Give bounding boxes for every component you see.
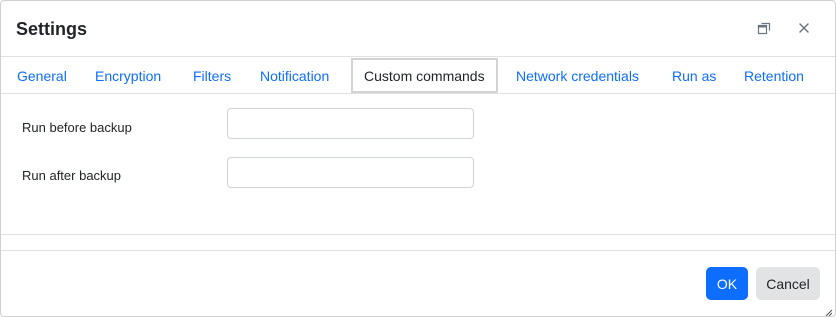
- footer-divider: [1, 250, 835, 251]
- ok-button[interactable]: OK: [706, 267, 748, 300]
- window-restore-icon[interactable]: [754, 18, 774, 38]
- dialog-header: Settings: [1, 1, 835, 57]
- resize-grip-icon[interactable]: [823, 304, 833, 316]
- settings-dialog: Settings General Encryption Filters Noti…: [0, 0, 836, 317]
- tab-retention[interactable]: Retention: [744, 57, 804, 93]
- tab-encryption[interactable]: Encryption: [95, 57, 161, 93]
- tab-network-credentials[interactable]: Network credentials: [516, 57, 639, 93]
- tab-custom-commands[interactable]: Custom commands: [351, 58, 498, 93]
- tab-filters[interactable]: Filters: [193, 57, 231, 93]
- close-icon[interactable]: [794, 18, 814, 38]
- run-before-backup-label: Run before backup: [22, 120, 132, 135]
- tab-general[interactable]: General: [17, 57, 67, 93]
- settings-tabs: General Encryption Filters Notification …: [1, 57, 835, 94]
- run-after-backup-input[interactable]: [227, 157, 474, 188]
- dialog-title: Settings: [16, 19, 88, 39]
- run-before-backup-input[interactable]: [227, 108, 474, 139]
- tab-run-as[interactable]: Run as: [672, 57, 716, 93]
- tab-notification[interactable]: Notification: [260, 57, 329, 93]
- cancel-button[interactable]: Cancel: [756, 267, 820, 300]
- custom-commands-panel: Run before backup Run after backup: [1, 94, 835, 235]
- run-after-backup-label: Run after backup: [22, 168, 122, 183]
